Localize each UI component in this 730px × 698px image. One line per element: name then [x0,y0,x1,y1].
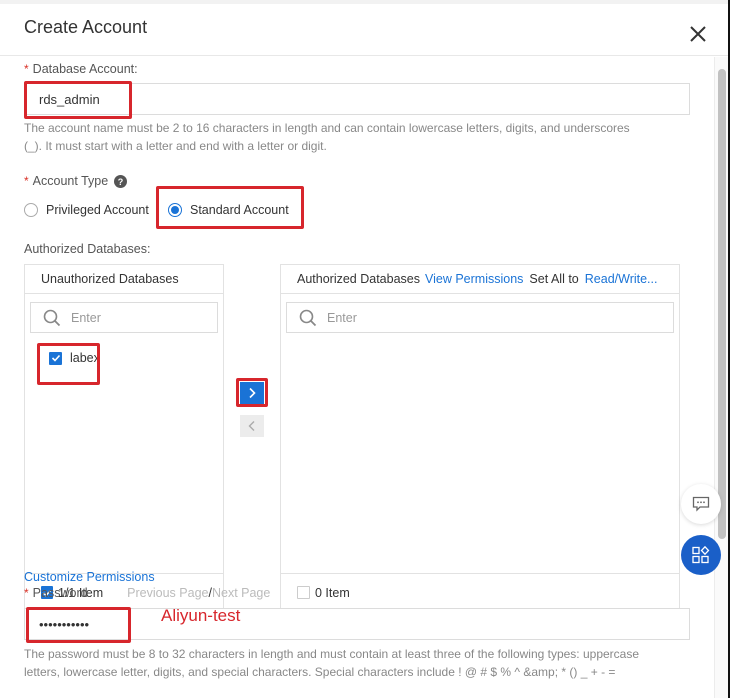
account-type-label-text: Account Type [32,174,109,188]
search-placeholder: Enter [71,310,101,325]
list-item-labex[interactable]: labex [49,351,100,365]
search-icon [299,309,317,326]
password-label: * Password [24,586,88,600]
authorized-databases-panel: Authorized Databases View Permissions Se… [280,264,680,612]
required-marker: * [24,586,29,600]
chat-bubble-icon [692,496,710,512]
help-line: (_). It must start with a letter and end… [24,139,327,153]
search-placeholder: Enter [327,310,357,325]
unauthorized-search-input[interactable]: Enter [30,302,218,333]
database-account-input[interactable]: rds_admin [24,83,690,115]
customize-permissions-link[interactable]: Customize Permissions [24,570,155,584]
radio-standard-account[interactable]: Standard Account [168,203,289,217]
password-value: ••••••••••• [39,616,90,632]
database-account-label-text: Database Account: [32,62,138,76]
svg-text:?: ? [118,177,124,187]
next-page-link[interactable]: Next Page [212,586,270,600]
help-line: letters, lowercase letter, digits, and s… [24,665,616,679]
help-line: The password must be 8 to 32 characters … [24,647,640,661]
chat-button[interactable] [681,484,721,524]
panel-header: Authorized Databases View Permissions Se… [281,265,679,294]
search-icon [43,309,61,326]
required-marker: * [24,62,29,76]
close-icon [690,26,706,42]
database-account-value: rds_admin [39,91,100,107]
authorized-databases-label: Authorized Databases: [24,242,151,256]
dialog-header: Create Account [0,4,730,56]
database-account-help: The account name must be 2 to 16 charact… [24,119,704,155]
select-all-checkbox[interactable] [297,586,310,599]
required-marker: * [24,174,29,188]
checkbox-checked[interactable] [49,351,62,365]
database-account-label: * Database Account: [24,62,138,76]
radio-label: Privileged Account [46,203,149,217]
list-item-label: labex [70,351,100,365]
account-type-label: * Account Type ? [24,174,128,188]
set-all-permission-dropdown[interactable]: Read/Write... [585,272,658,286]
chevron-left-icon [248,421,255,431]
close-button[interactable] [687,23,709,45]
password-label-text: Password [32,586,88,600]
move-right-button[interactable] [240,382,264,404]
password-help: The password must be 8 to 32 characters … [24,645,704,681]
view-permissions-link[interactable]: View Permissions [425,272,523,286]
panel-title: Unauthorized Databases [25,265,223,294]
help-line: The account name must be 2 to 16 charact… [24,121,630,135]
move-left-button[interactable] [240,415,264,437]
chevron-right-icon [249,387,256,399]
radio-privileged-account[interactable]: Privileged Account [24,203,149,217]
authorized-search-input[interactable]: Enter [286,302,674,333]
radio-circle-selected[interactable] [168,203,182,217]
apps-grid-icon [692,546,710,564]
apps-button[interactable] [681,535,721,575]
password-input[interactable]: ••••••••••• [24,608,690,640]
scrollbar[interactable] [714,57,728,698]
radio-label: Standard Account [190,203,289,217]
password-annotation: Aliyun-test [161,606,241,625]
set-all-to-label: Set All to [529,272,579,286]
unauthorized-databases-panel: Unauthorized Databases Enter labex 1/1 I… [24,264,270,612]
radio-circle[interactable] [24,203,38,217]
scrollbar-thumb[interactable] [718,69,726,539]
panel-footer: 0 Item [281,573,679,611]
item-count: 0 Item [315,585,350,600]
dialog-body: * Database Account: rds_admin The account… [0,57,714,698]
dialog-title: Create Account [24,17,148,37]
previous-page-link[interactable]: Previous Page [127,586,208,600]
question-circle-icon[interactable]: ? [114,174,128,188]
panel-title: Authorized Databases [297,272,420,286]
